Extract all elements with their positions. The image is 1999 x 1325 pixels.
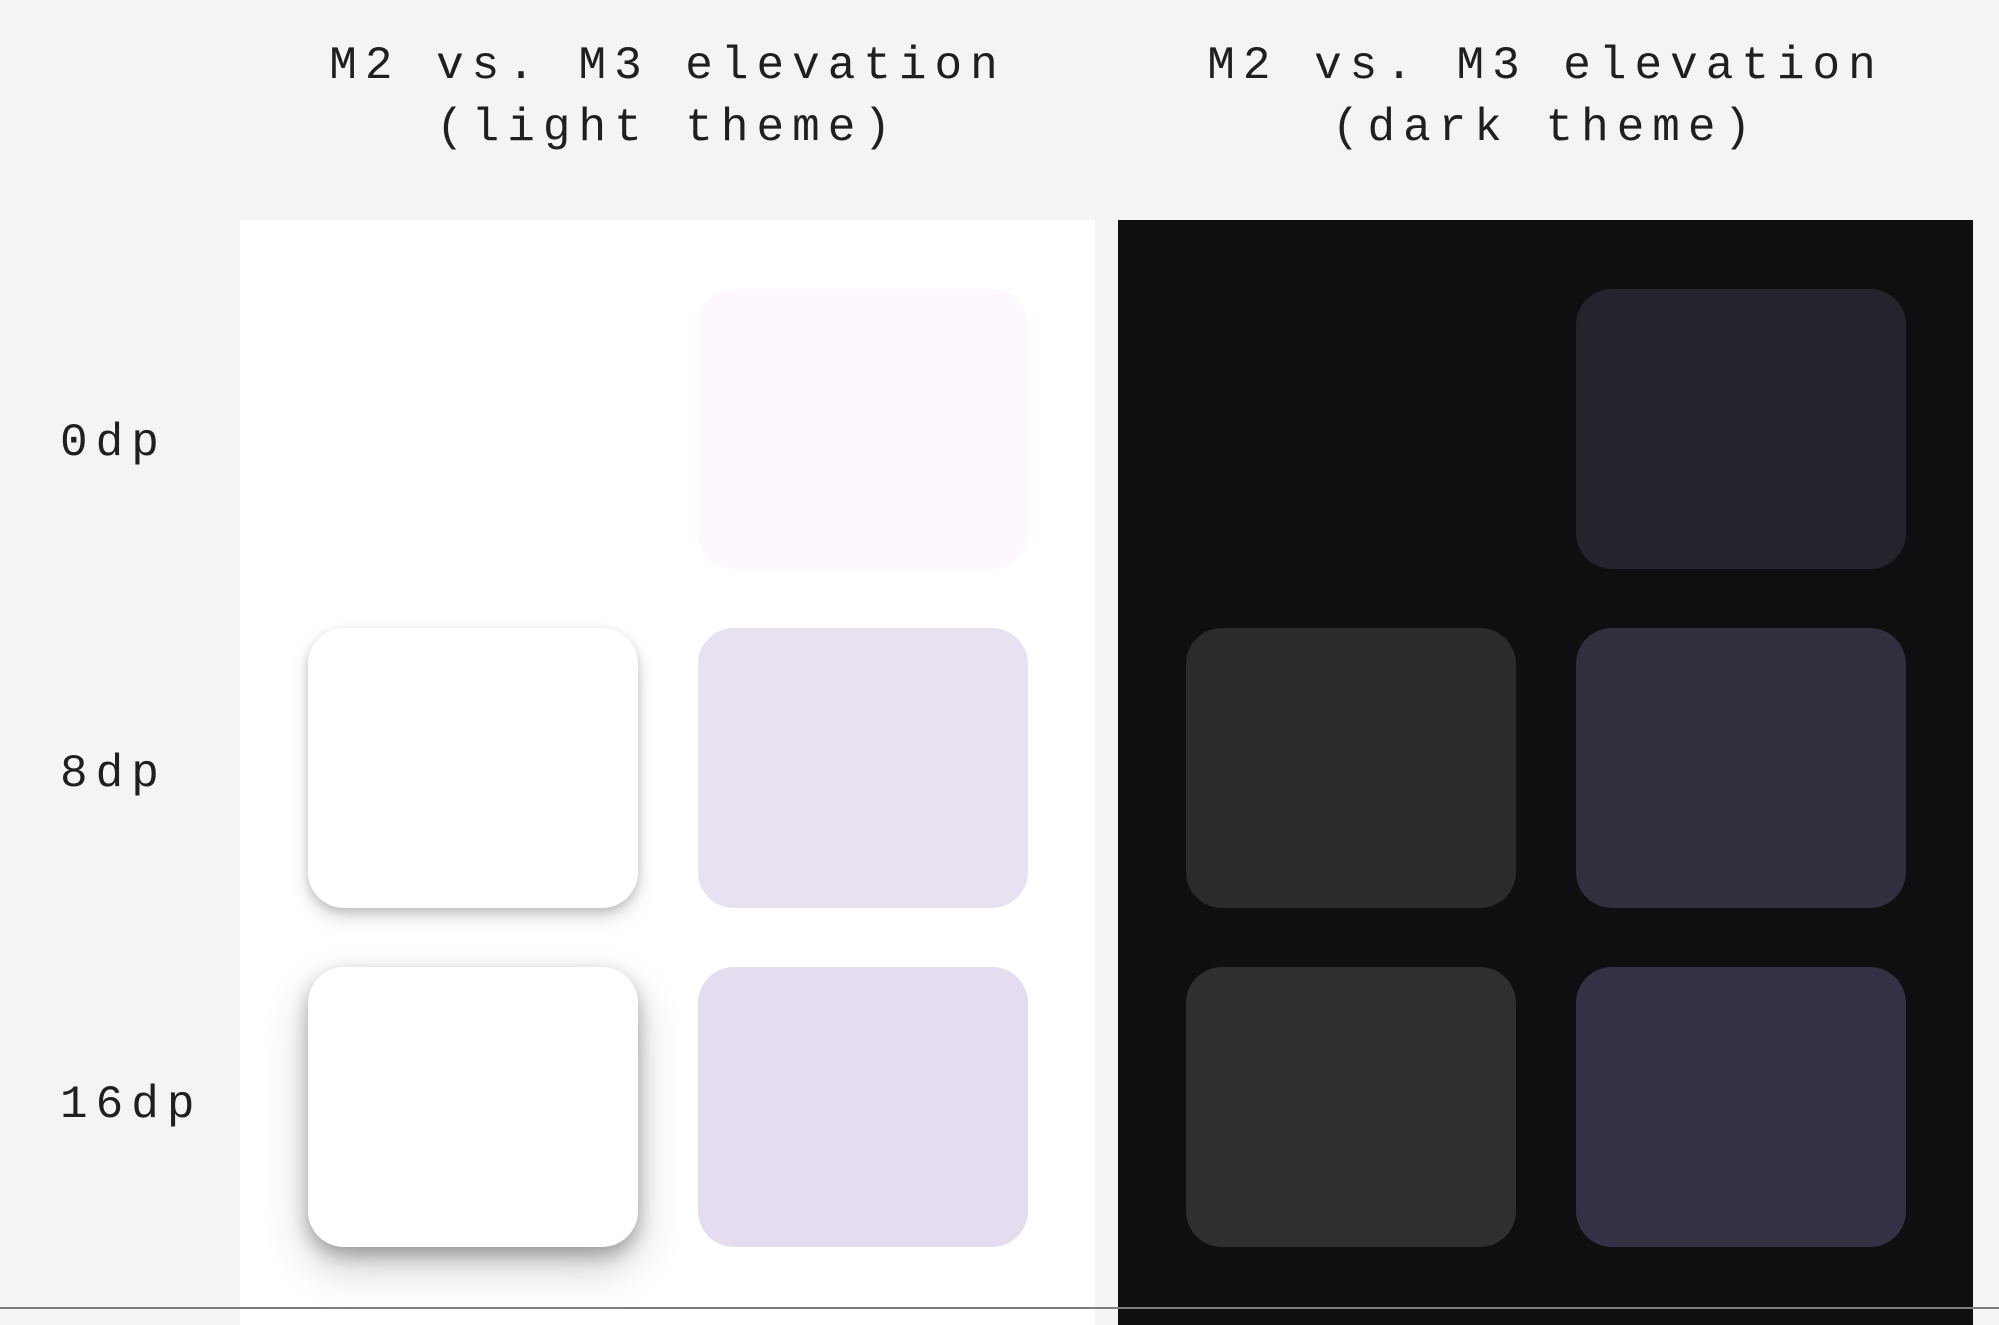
- cell-m2-dark-16dp: [1183, 958, 1518, 1255]
- divider-bottom: [0, 1307, 1999, 1309]
- swatch-m3-light-8dp: [698, 628, 1028, 908]
- cell-m2-dark-0dp: [1183, 280, 1518, 577]
- swatch-m3-light-16dp: [698, 967, 1028, 1247]
- swatch-m2-light-16dp: [308, 967, 638, 1247]
- swatch-m3-dark-16dp: [1576, 967, 1906, 1247]
- heading-dark: M2 vs. M3 elevation (dark theme): [1118, 35, 1973, 159]
- cell-m3-dark-0dp: [1573, 280, 1908, 577]
- panel-dark-theme: [1118, 220, 1973, 1325]
- cell-m3-dark-8dp: [1573, 619, 1908, 916]
- panel-light-theme: [240, 220, 1095, 1325]
- row-label-16dp: 16dp: [0, 1079, 230, 1131]
- swatch-m3-dark-0dp: [1576, 289, 1906, 569]
- cell-m3-light-16dp: [695, 958, 1030, 1255]
- cell-m3-light-8dp: [695, 619, 1030, 916]
- swatch-m2-dark-16dp: [1186, 967, 1516, 1247]
- swatch-m3-light-0dp: [698, 289, 1028, 569]
- swatch-m3-dark-8dp: [1576, 628, 1906, 908]
- swatch-m2-dark-8dp: [1186, 628, 1516, 908]
- cell-m2-light-0dp: [305, 280, 640, 577]
- cell-m2-light-8dp: [305, 619, 640, 916]
- cell-m3-dark-16dp: [1573, 958, 1908, 1255]
- diagram-canvas: M2 vs. M3 elevation (light theme) M2 vs.…: [0, 0, 1999, 1315]
- swatch-m2-light-0dp: [308, 289, 638, 569]
- row-label-8dp: 8dp: [0, 748, 230, 800]
- swatch-m2-light-8dp: [308, 628, 638, 908]
- swatch-m2-dark-0dp: [1186, 289, 1516, 569]
- cell-m3-light-0dp: [695, 280, 1030, 577]
- heading-light: M2 vs. M3 elevation (light theme): [240, 35, 1095, 159]
- cell-m2-dark-8dp: [1183, 619, 1518, 916]
- cell-m2-light-16dp: [305, 958, 640, 1255]
- row-label-0dp: 0dp: [0, 417, 230, 469]
